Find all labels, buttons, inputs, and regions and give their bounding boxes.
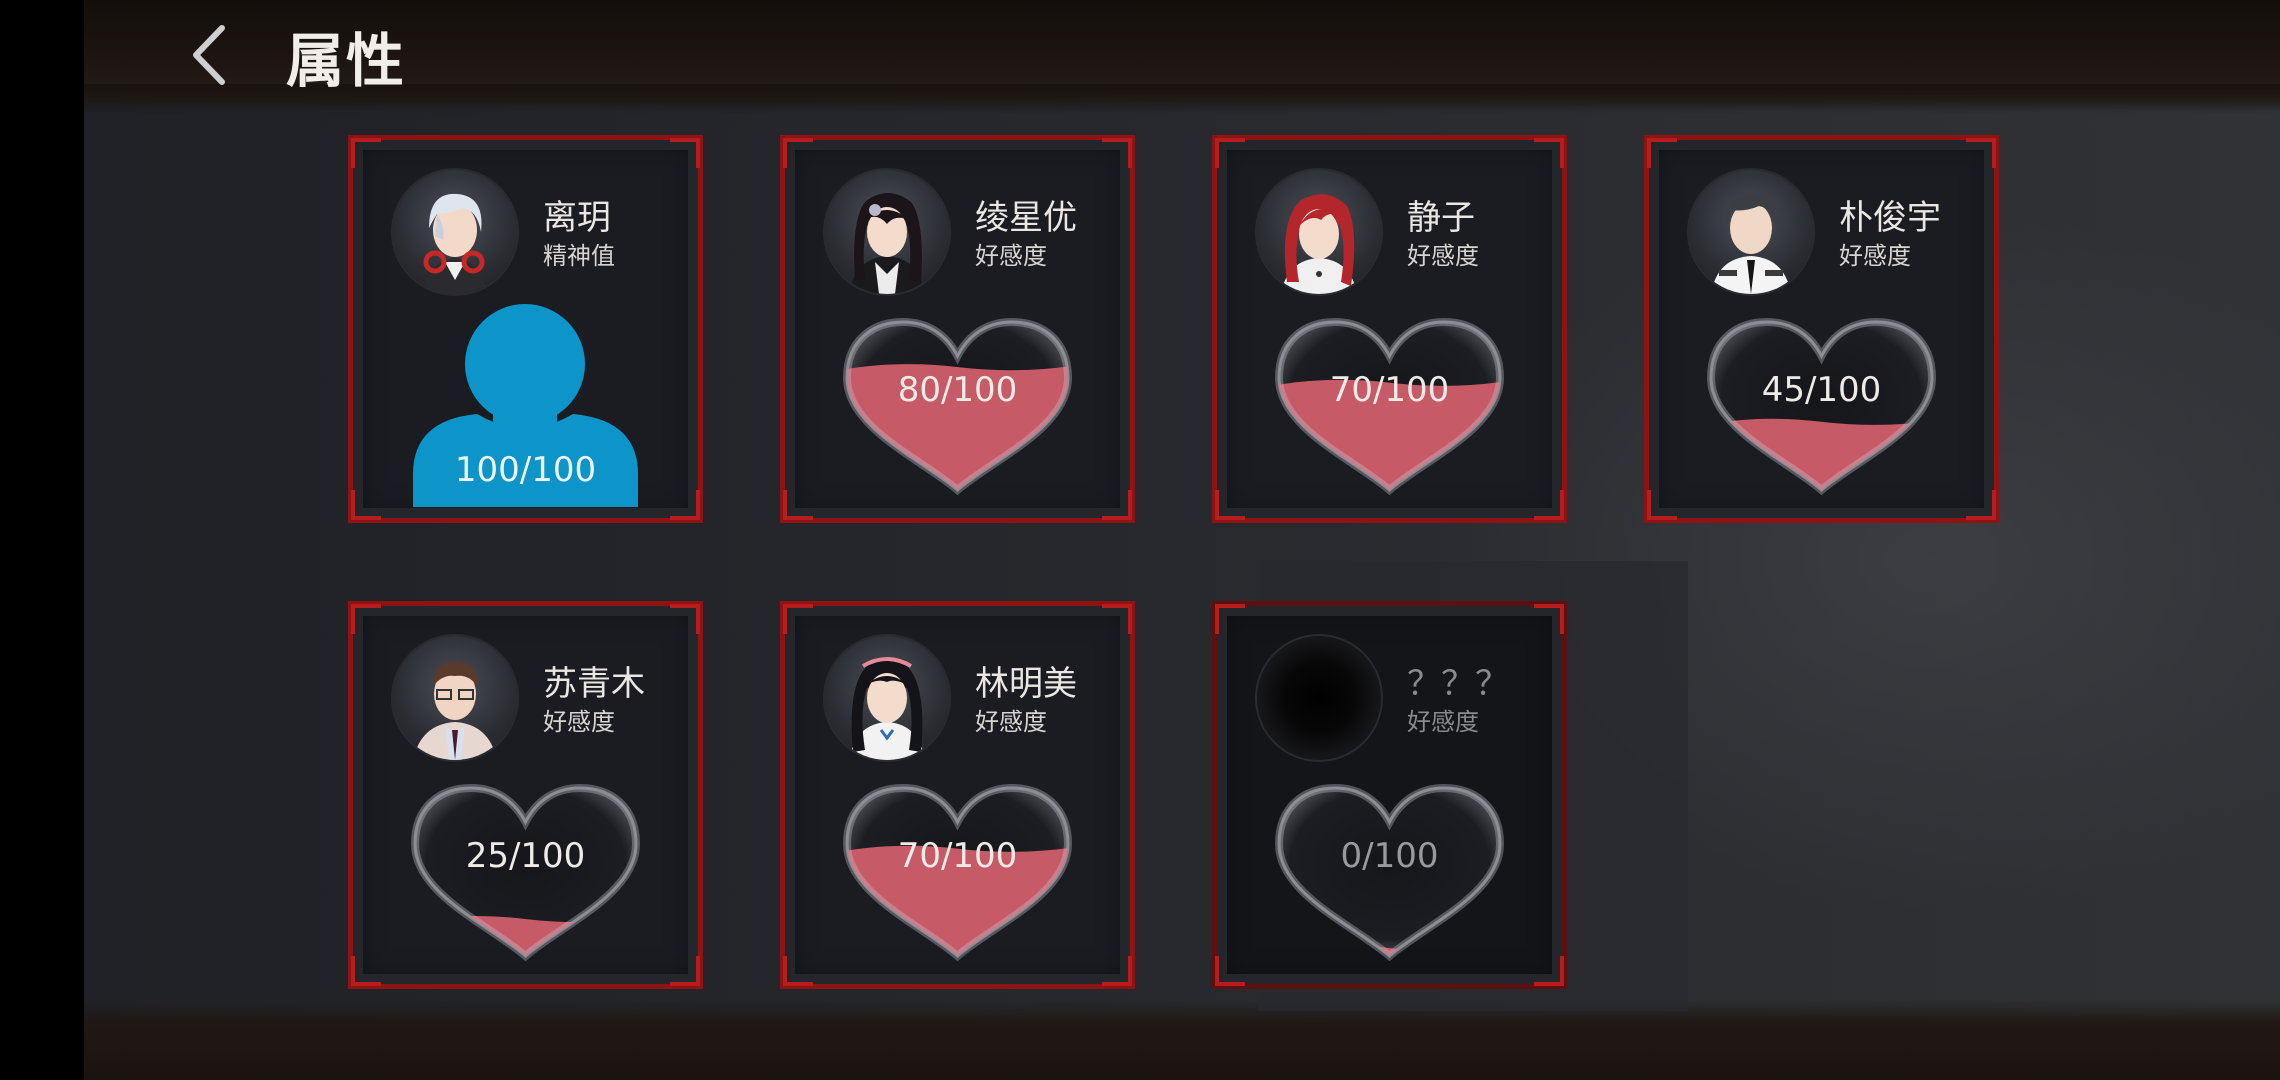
card-corner bbox=[1102, 490, 1132, 520]
page-title: 属性 bbox=[286, 27, 407, 95]
stat-label: 好感度 bbox=[1839, 242, 1911, 270]
card-frame: 静子 好感度 70/100 bbox=[1215, 138, 1564, 520]
avatar bbox=[393, 636, 517, 760]
character-card[interactable]: 苏青木 好感度 25/100 bbox=[348, 601, 703, 989]
affection-value: 70/100 bbox=[1329, 370, 1450, 410]
avatar bbox=[825, 170, 949, 294]
affection-gauge: 80/100 bbox=[825, 300, 1090, 500]
card-corner bbox=[670, 604, 700, 634]
card-frame: 绫星优 好感度 80/100 bbox=[783, 138, 1132, 520]
card-corner bbox=[1647, 138, 1677, 168]
card-corner bbox=[670, 138, 700, 168]
affection-gauge: 25/100 bbox=[393, 766, 658, 966]
character-name: 苏青木 bbox=[543, 664, 645, 704]
character-name: 绫星优 bbox=[975, 198, 1077, 238]
sanity-gauge: 100/100 bbox=[413, 302, 638, 507]
affection-value: 80/100 bbox=[897, 370, 1018, 410]
character-card[interactable]: 朴俊宇 好感度 45/100 bbox=[1644, 135, 1999, 523]
character-card[interactable]: 离玥 精神值 100/100 bbox=[348, 135, 703, 523]
affection-value: 70/100 bbox=[897, 836, 1018, 876]
character-card[interactable]: 林明美 好感度 70/100 bbox=[780, 601, 1135, 989]
character-name: ？？？ bbox=[1407, 664, 1509, 704]
character-name: 离玥 bbox=[543, 198, 611, 238]
card-corner bbox=[1966, 490, 1996, 520]
affection-gauge: 70/100 bbox=[1257, 300, 1522, 500]
top-bar-edge bbox=[84, 84, 2280, 114]
stat-label: 好感度 bbox=[1407, 708, 1479, 736]
bottom-bar bbox=[84, 1000, 2280, 1080]
card-corner bbox=[1534, 956, 1564, 986]
card-frame: ？？？ 好感度 0/100 bbox=[1215, 604, 1564, 986]
character-card[interactable]: 静子 好感度 70/100 bbox=[1212, 135, 1567, 523]
portrait-image bbox=[423, 193, 487, 294]
unknown-avatar bbox=[1257, 636, 1381, 760]
affection-gauge: 0/100 bbox=[1257, 766, 1522, 966]
avatar bbox=[393, 170, 517, 294]
card-corner bbox=[1215, 956, 1245, 986]
character-card-locked[interactable]: ？？？ 好感度 0/100 bbox=[1212, 601, 1567, 989]
back-button[interactable] bbox=[184, 20, 234, 90]
card-corner bbox=[783, 604, 813, 634]
stat-label: 精神值 bbox=[543, 242, 615, 270]
stat-label: 好感度 bbox=[975, 242, 1047, 270]
portrait-image bbox=[849, 657, 925, 760]
card-frame: 苏青木 好感度 25/100 bbox=[351, 604, 700, 986]
affection-value: 25/100 bbox=[465, 836, 586, 876]
character-name: 朴俊宇 bbox=[1839, 198, 1941, 238]
stat-label: 好感度 bbox=[1407, 242, 1479, 270]
card-corner bbox=[783, 490, 813, 520]
card-corner bbox=[783, 138, 813, 168]
character-name: 林明美 bbox=[975, 664, 1077, 704]
card-corner bbox=[670, 956, 700, 986]
avatar bbox=[1689, 170, 1813, 294]
portrait-image bbox=[849, 193, 925, 294]
card-corner bbox=[351, 490, 381, 520]
card-corner bbox=[1534, 604, 1564, 634]
avatar bbox=[825, 636, 949, 760]
portrait-image bbox=[1711, 194, 1791, 294]
character-name: 静子 bbox=[1407, 198, 1475, 238]
card-frame: 朴俊宇 好感度 45/100 bbox=[1647, 138, 1996, 520]
card-corner bbox=[1215, 490, 1245, 520]
card-corner bbox=[783, 956, 813, 986]
avatar bbox=[1257, 170, 1381, 294]
card-corner bbox=[1102, 956, 1132, 986]
card-frame: 林明美 好感度 70/100 bbox=[783, 604, 1132, 986]
card-frame: 离玥 精神值 100/100 bbox=[351, 138, 700, 520]
sanity-value: 100/100 bbox=[454, 450, 597, 490]
game-screen: 属性 离玥 精神值 100/100 绫星优 好感度 80/100 静子 好感度 … bbox=[0, 0, 2280, 1080]
card-corner bbox=[351, 604, 381, 634]
portrait-image bbox=[1281, 194, 1357, 294]
card-corner bbox=[670, 490, 700, 520]
character-card[interactable]: 绫星优 好感度 80/100 bbox=[780, 135, 1135, 523]
stat-label: 好感度 bbox=[543, 708, 615, 736]
card-corner bbox=[1966, 138, 1996, 168]
card-corner bbox=[1534, 490, 1564, 520]
card-corner bbox=[1102, 604, 1132, 634]
affection-gauge: 45/100 bbox=[1689, 300, 1954, 500]
card-corner bbox=[351, 956, 381, 986]
affection-value: 45/100 bbox=[1761, 370, 1882, 410]
card-corner bbox=[351, 138, 381, 168]
affection-value: 0/100 bbox=[1340, 836, 1439, 876]
card-corner bbox=[1215, 138, 1245, 168]
chevron-left-icon bbox=[193, 25, 225, 85]
card-corner bbox=[1102, 138, 1132, 168]
card-corner bbox=[1215, 604, 1245, 634]
portrait-image bbox=[413, 662, 497, 760]
card-corner bbox=[1647, 490, 1677, 520]
affection-gauge: 70/100 bbox=[825, 766, 1090, 966]
card-corner bbox=[1534, 138, 1564, 168]
stat-label: 好感度 bbox=[975, 708, 1047, 736]
